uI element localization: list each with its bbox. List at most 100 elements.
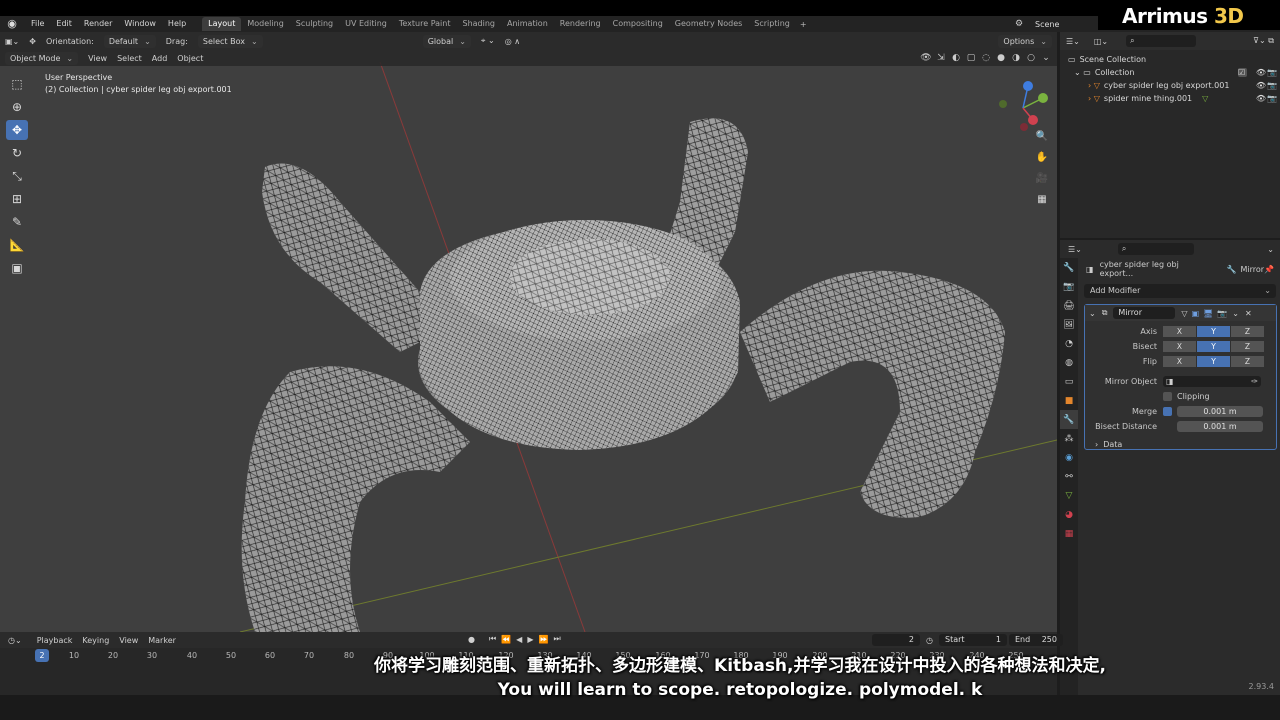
- add-modifier-dropdown[interactable]: Add Modifier: [1084, 284, 1276, 298]
- modifier-tab-icon[interactable]: 🔧: [1060, 410, 1078, 429]
- xray-icon[interactable]: ▢: [965, 52, 977, 64]
- particles-tab-icon[interactable]: ⁂: [1060, 429, 1078, 448]
- options-dropdown[interactable]: Options: [998, 34, 1052, 48]
- properties-editor-icon[interactable]: ☰⌄: [1068, 245, 1082, 254]
- annotate-tool-icon[interactable]: ✎: [6, 212, 28, 232]
- editor-type-icon[interactable]: ▣⌄: [0, 34, 24, 48]
- outliner-item[interactable]: › ▽ spider mine thing.001 ▽ 👁 📷: [1060, 92, 1280, 105]
- jump-end-icon[interactable]: ⏭: [553, 634, 560, 644]
- gizmo-toggle-icon[interactable]: ⇲: [935, 52, 947, 64]
- header-menu-select[interactable]: Select: [112, 51, 147, 65]
- material-tab-icon[interactable]: ◕: [1060, 505, 1078, 524]
- add-cube-tool-icon[interactable]: ▣: [6, 258, 28, 278]
- viewport-toggle-icon[interactable]: 🖥: [1203, 309, 1213, 318]
- wireframe-shading-icon[interactable]: ◌: [980, 52, 992, 64]
- blender-logo-icon[interactable]: ◉: [5, 17, 19, 31]
- mirror-object-field[interactable]: ◨ ✑: [1163, 375, 1261, 387]
- tab-rendering[interactable]: Rendering: [554, 17, 607, 31]
- snap-icon[interactable]: ⌖ ⌄: [476, 34, 500, 48]
- tab-uv-editing[interactable]: UV Editing: [339, 17, 393, 31]
- add-workspace-icon[interactable]: +: [796, 20, 811, 29]
- edit-mode-toggle-icon[interactable]: ▽: [1181, 309, 1187, 318]
- timeline-menu-playback[interactable]: Playback: [32, 633, 78, 647]
- zoom-icon[interactable]: 🔍: [1033, 127, 1051, 145]
- render-camera-icon[interactable]: 📷: [1267, 68, 1277, 77]
- menu-render[interactable]: Render: [78, 16, 118, 32]
- navigation-gizmo[interactable]: [995, 78, 1051, 134]
- transform-pivot-icon[interactable]: ✥: [24, 34, 41, 48]
- overlay-toggle-icon[interactable]: ◐: [950, 52, 962, 64]
- solid-shading-icon[interactable]: ●: [995, 52, 1007, 64]
- select-box-tool-icon[interactable]: ⬚: [6, 74, 28, 94]
- tab-modeling[interactable]: Modeling: [241, 17, 289, 31]
- output-tab-icon[interactable]: 🖨: [1060, 296, 1078, 315]
- jump-keyframe-forward-icon[interactable]: ⏩: [538, 635, 548, 644]
- 3d-viewport[interactable]: ▣⌄ ✥ Orientation: Default Drag: Select B…: [0, 32, 1057, 632]
- rotate-tool-icon[interactable]: ↻: [6, 143, 28, 163]
- camera-view-icon[interactable]: 🎥: [1033, 169, 1051, 187]
- data-tab-icon[interactable]: ▽: [1060, 486, 1078, 505]
- proportional-edit-icon[interactable]: ◎ ∧: [500, 34, 525, 48]
- axis-y-toggle[interactable]: Y: [1197, 325, 1230, 337]
- timeline-menu-keying[interactable]: Keying: [77, 633, 114, 647]
- display-mode-icon[interactable]: ◫⌄: [1094, 37, 1108, 46]
- tab-animation[interactable]: Animation: [501, 17, 554, 31]
- current-frame-field[interactable]: 2: [872, 634, 920, 646]
- properties-options-icon[interactable]: ⌄: [1267, 245, 1274, 254]
- scene-tab-icon[interactable]: ◔: [1060, 334, 1078, 353]
- bisect-y-toggle[interactable]: Y: [1197, 340, 1230, 352]
- render-toggle-icon[interactable]: 📷: [1217, 309, 1227, 318]
- render-camera-icon[interactable]: 📷: [1267, 81, 1277, 90]
- tab-shading[interactable]: Shading: [456, 17, 501, 31]
- outliner-editor-icon[interactable]: ☰⌄: [1066, 37, 1080, 46]
- object-tab-icon[interactable]: ■: [1060, 391, 1078, 410]
- render-tab-icon[interactable]: 📷: [1060, 277, 1078, 296]
- outliner-search-input[interactable]: ⌕: [1126, 35, 1197, 47]
- header-menu-add[interactable]: Add: [147, 51, 173, 65]
- flip-y-toggle[interactable]: Y: [1197, 355, 1230, 367]
- rendered-shading-icon[interactable]: ○: [1025, 52, 1037, 64]
- flip-x-toggle[interactable]: X: [1163, 355, 1196, 367]
- axis-z-toggle[interactable]: Z: [1231, 325, 1264, 337]
- transform-tool-icon[interactable]: ⊞: [6, 189, 28, 209]
- render-camera-icon[interactable]: 📷: [1267, 94, 1277, 103]
- object-mode-dropdown[interactable]: Object Mode: [5, 51, 79, 65]
- data-subpanel-header[interactable]: › Data: [1085, 438, 1275, 450]
- tab-scripting[interactable]: Scripting: [748, 17, 796, 31]
- record-icon[interactable]: ●: [468, 635, 475, 644]
- material-shading-icon[interactable]: ◑: [1010, 52, 1022, 64]
- drag-dropdown[interactable]: Select Box: [197, 34, 263, 48]
- ortho-toggle-icon[interactable]: ▦: [1033, 190, 1051, 208]
- shading-options-icon[interactable]: ⌄: [1040, 52, 1052, 64]
- modifier-name-input[interactable]: Mirror: [1113, 307, 1176, 319]
- properties-search-input[interactable]: ⌕: [1117, 243, 1194, 255]
- menu-window[interactable]: Window: [118, 16, 162, 32]
- pan-hand-icon[interactable]: ✋: [1033, 148, 1051, 166]
- bisect-x-toggle[interactable]: X: [1163, 340, 1196, 352]
- end-frame-field[interactable]: End 250: [1008, 634, 1063, 646]
- bisect-z-toggle[interactable]: Z: [1231, 340, 1264, 352]
- tab-compositing[interactable]: Compositing: [607, 17, 669, 31]
- modifier-menu-icon[interactable]: ⌄: [1232, 309, 1239, 318]
- outliner-collection[interactable]: ⌄ ▭ Collection ☑ 👁 📷: [1060, 66, 1280, 79]
- visibility-icon[interactable]: 👁: [920, 52, 932, 64]
- play-reverse-icon[interactable]: ◀: [516, 635, 522, 644]
- world-tab-icon[interactable]: ◍: [1060, 353, 1078, 372]
- visibility-eye-icon[interactable]: 👁: [1256, 94, 1266, 103]
- menu-help[interactable]: Help: [162, 16, 192, 32]
- collection-checkbox-icon[interactable]: ☑: [1238, 68, 1247, 77]
- outliner-item[interactable]: › ▽ cyber spider leg obj export.001 👁 📷: [1060, 79, 1280, 92]
- outliner-scene-collection[interactable]: ▭ Scene Collection: [1060, 53, 1280, 66]
- collapse-chevron-icon[interactable]: ⌄: [1089, 309, 1096, 318]
- view-layer-tab-icon[interactable]: 🖼: [1060, 315, 1078, 334]
- header-menu-object[interactable]: Object: [172, 51, 208, 65]
- jump-keyframe-back-icon[interactable]: ⏪: [501, 635, 511, 644]
- flip-z-toggle[interactable]: Z: [1231, 355, 1264, 367]
- menu-file[interactable]: File: [25, 16, 50, 32]
- pin-icon[interactable]: 📌: [1264, 265, 1274, 274]
- move-tool-icon[interactable]: ✥: [6, 120, 28, 140]
- filter-icon[interactable]: ⊽⌄ ⧉: [1253, 36, 1274, 46]
- clipping-checkbox[interactable]: [1163, 391, 1172, 401]
- start-frame-field[interactable]: Start 1: [938, 634, 1007, 646]
- visibility-eye-icon[interactable]: 👁: [1256, 81, 1266, 90]
